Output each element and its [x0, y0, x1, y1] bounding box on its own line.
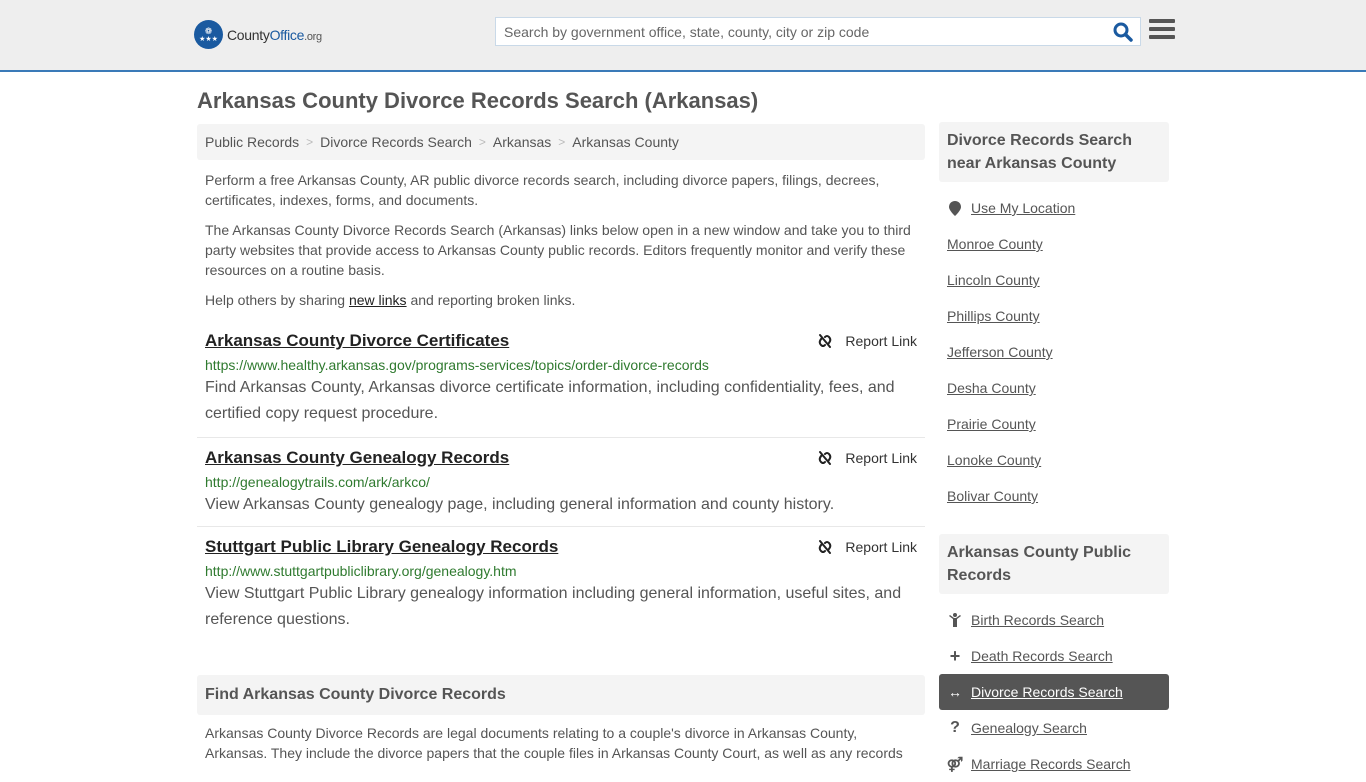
result-item: Arkansas County Divorce Certificates Rep… [197, 331, 925, 438]
county-link[interactable]: Monroe County [947, 236, 1043, 252]
marriage-icon: ⚤ [946, 755, 964, 772]
new-links-link[interactable]: new links [349, 292, 407, 308]
plus-icon: + [949, 645, 961, 666]
sidebar-item-birth-records[interactable]: Birth Records Search [939, 602, 1169, 638]
search-button[interactable] [1106, 18, 1140, 45]
nearby-list: Use My Location Monroe County Lincoln Co… [939, 190, 1169, 514]
result-description: View Stuttgart Public Library genealogy … [205, 585, 902, 628]
broken-link-icon [819, 540, 832, 554]
result-title-link[interactable]: Stuttgart Public Library Genealogy Recor… [205, 537, 558, 557]
result-description: View Arkansas County genealogy page, inc… [205, 496, 835, 513]
breadcrumb-arkansas-county[interactable]: Arkansas County [572, 134, 679, 150]
county-link[interactable]: Prairie County [947, 416, 1036, 432]
sidebar-item-genealogy[interactable]: ? Genealogy Search [939, 710, 1169, 746]
result-description: Find Arkansas County, Arkansas divorce c… [205, 379, 895, 422]
share-text-after: and reporting broken links. [406, 292, 576, 308]
divorce-records-link[interactable]: Divorce Records Search [971, 684, 1123, 700]
nearby-county-item[interactable]: Monroe County [939, 226, 1169, 262]
county-link[interactable]: Lincoln County [947, 272, 1040, 288]
result-url: http://www.stuttgartpubliclibrary.org/ge… [205, 563, 517, 579]
logo-link[interactable]: ❁ ★★★ CountyOffice.org [194, 20, 322, 49]
public-records-heading: Arkansas County Public Records [939, 534, 1169, 594]
site-header: ❁ ★★★ CountyOffice.org [0, 0, 1366, 72]
report-link-button[interactable]: Report Link [817, 450, 917, 466]
page-title: Arkansas County Divorce Records Search (… [197, 88, 759, 113]
marriage-records-link[interactable]: Marriage Records Search [971, 756, 1131, 772]
find-records-heading: Find Arkansas County Divorce Records [197, 675, 925, 715]
report-link-label: Report Link [845, 450, 917, 466]
search-icon [1113, 22, 1133, 42]
sidebar-item-marriage-records[interactable]: ⚤ Marriage Records Search [939, 746, 1169, 782]
breadcrumb-separator: > [306, 135, 314, 149]
death-records-link[interactable]: Death Records Search [971, 648, 1113, 664]
result-title-link[interactable]: Arkansas County Genealogy Records [205, 448, 509, 468]
report-link-label: Report Link [845, 333, 917, 349]
county-link[interactable]: Desha County [947, 380, 1036, 396]
nearby-heading: Divorce Records Search near Arkansas Cou… [939, 122, 1169, 182]
child-icon [947, 613, 963, 627]
report-link-button[interactable]: Report Link [817, 539, 917, 555]
search-box [495, 17, 1141, 46]
county-link[interactable]: Phillips County [947, 308, 1040, 324]
breadcrumb-separator: > [558, 135, 566, 149]
map-marker-icon [947, 200, 963, 216]
hamburger-menu-icon[interactable] [1149, 19, 1175, 41]
nearby-county-item[interactable]: Lincoln County [939, 262, 1169, 298]
sidebar-item-death-records[interactable]: + Death Records Search [939, 638, 1169, 674]
result-url: http://genealogytrails.com/ark/arkco/ [205, 474, 430, 490]
county-link[interactable]: Bolivar County [947, 488, 1038, 504]
breadcrumb-separator: > [478, 135, 486, 149]
genealogy-link[interactable]: Genealogy Search [971, 720, 1087, 736]
nearby-county-item[interactable]: Lonoke County [939, 442, 1169, 478]
result-url: https://www.healthy.arkansas.gov/program… [205, 357, 709, 373]
eagle-stars-logo-icon: ❁ ★★★ [194, 20, 223, 49]
logo-text: CountyOffice.org [227, 26, 322, 43]
find-records-body: Arkansas County Divorce Records are lega… [205, 725, 903, 761]
share-text-before: Help others by sharing [205, 292, 349, 308]
nearby-county-item[interactable]: Jefferson County [939, 334, 1169, 370]
intro-paragraph: Perform a free Arkansas County, AR publi… [205, 172, 880, 208]
nearby-county-item[interactable]: Phillips County [939, 298, 1169, 334]
breadcrumb-arkansas[interactable]: Arkansas [493, 134, 551, 150]
broken-link-icon [819, 334, 832, 348]
use-my-location-item[interactable]: Use My Location [939, 190, 1169, 226]
question-icon: ? [950, 719, 960, 736]
public-records-list: Birth Records Search + Death Records Sea… [939, 602, 1169, 782]
search-input[interactable] [496, 18, 1106, 45]
nearby-county-item[interactable]: Desha County [939, 370, 1169, 406]
arrows-horizontal-icon: ↔ [948, 684, 962, 700]
birth-records-link[interactable]: Birth Records Search [971, 612, 1104, 628]
intro-paragraph: The Arkansas County Divorce Records Sear… [205, 222, 911, 278]
main-content: Public Records > Divorce Records Search … [197, 124, 925, 763]
nearby-county-item[interactable]: Prairie County [939, 406, 1169, 442]
intro: Perform a free Arkansas County, AR publi… [197, 170, 925, 310]
result-item: Arkansas County Genealogy Records Report… [197, 438, 925, 527]
breadcrumb-public-records[interactable]: Public Records [205, 134, 299, 150]
share-links-text: Help others by sharing new links and rep… [197, 290, 925, 310]
report-link-button[interactable]: Report Link [817, 333, 917, 349]
breadcrumb-divorce-records-search[interactable]: Divorce Records Search [320, 134, 472, 150]
county-link[interactable]: Jefferson County [947, 344, 1053, 360]
result-item: Stuttgart Public Library Genealogy Recor… [197, 527, 925, 633]
result-title-link[interactable]: Arkansas County Divorce Certificates [205, 331, 509, 351]
broken-link-icon [819, 451, 832, 465]
nearby-county-item[interactable]: Bolivar County [939, 478, 1169, 514]
find-records-section: Find Arkansas County Divorce Records Ark… [197, 675, 925, 763]
results-list: Arkansas County Divorce Certificates Rep… [197, 331, 925, 633]
use-my-location-link[interactable]: Use My Location [971, 200, 1075, 216]
breadcrumb: Public Records > Divorce Records Search … [197, 124, 925, 160]
report-link-label: Report Link [845, 539, 917, 555]
sidebar: Divorce Records Search near Arkansas Cou… [939, 122, 1169, 782]
sidebar-item-divorce-records[interactable]: ↔ Divorce Records Search [939, 674, 1169, 710]
county-link[interactable]: Lonoke County [947, 452, 1041, 468]
